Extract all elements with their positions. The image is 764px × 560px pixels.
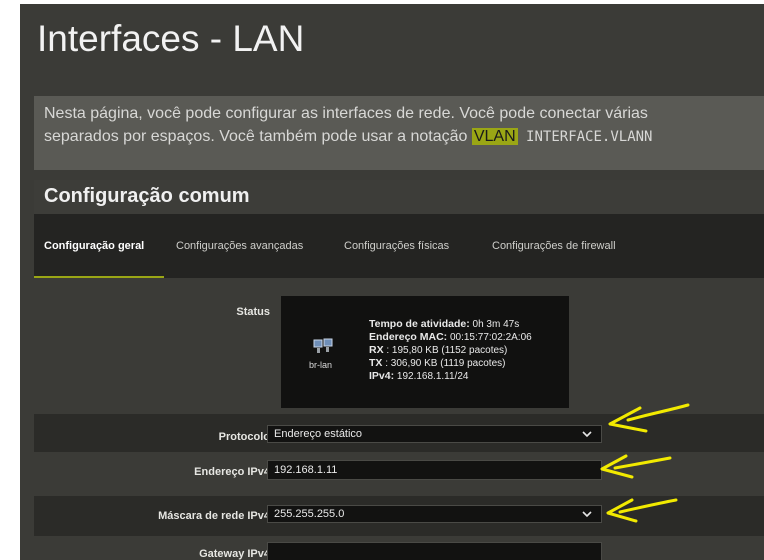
gateway-input[interactable] bbox=[267, 542, 602, 560]
status-label: Status bbox=[236, 306, 270, 318]
rx-value: : 195,80 KB (1152 pacotes) bbox=[386, 345, 508, 356]
status-details: Tempo de atividade: 0h 3m 47s Endereço M… bbox=[369, 318, 532, 383]
page-description: Nesta página, você pode configurar as in… bbox=[34, 96, 764, 170]
uptime-row: Tempo de atividade: 0h 3m 47s bbox=[369, 318, 532, 331]
ipv4-label: IPv4: bbox=[369, 370, 395, 382]
description-line-2: separados por espaços. Você também pode … bbox=[44, 125, 764, 149]
app-window: Interfaces - LAN Nesta página, você pode… bbox=[20, 4, 764, 560]
section-header: Configuração comum bbox=[34, 180, 764, 214]
mac-value: 00:15:77:02:2A:06 bbox=[449, 332, 532, 343]
rx-label: RX bbox=[369, 344, 384, 356]
tab-physical[interactable]: Configurações físicas bbox=[344, 240, 449, 252]
chevron-down-icon bbox=[582, 511, 592, 518]
network-bridge-icon bbox=[313, 338, 333, 353]
vlan-notation: INTERFACE.VLANN bbox=[517, 129, 653, 145]
protocol-value: Endereço estático bbox=[274, 428, 363, 440]
general-settings-panel: Status br-lan Tempo de atividade: 0h 3m … bbox=[34, 278, 764, 560]
tab-advanced[interactable]: Configurações avançadas bbox=[176, 240, 303, 252]
section-title: Configuração comum bbox=[44, 185, 250, 207]
ipv4-value: 192.168.1.11/24 bbox=[396, 371, 469, 382]
tx-value: : 306,90 KB (1119 pacotes) bbox=[385, 358, 506, 369]
protocol-select[interactable]: Endereço estático bbox=[267, 425, 602, 443]
tx-label: TX bbox=[369, 357, 383, 369]
tab-bar: Configuração geral Configurações avançad… bbox=[34, 214, 764, 278]
status-box: br-lan Tempo de atividade: 0h 3m 47s End… bbox=[281, 296, 569, 408]
chevron-down-icon bbox=[582, 431, 592, 438]
tab-firewall[interactable]: Configurações de firewall bbox=[492, 240, 616, 252]
description-line-1: Nesta página, você pode configurar as in… bbox=[44, 105, 648, 122]
page-title: Interfaces - LAN bbox=[37, 18, 305, 59]
status-interface-name: br-lan bbox=[309, 360, 333, 370]
common-config-section: Configuração comum Configuração geral Co… bbox=[34, 180, 764, 560]
mac-label: Endereço MAC: bbox=[369, 331, 448, 343]
tab-general[interactable]: Configuração geral bbox=[44, 240, 144, 252]
uptime-label: Tempo de atividade: bbox=[369, 318, 470, 330]
description-text: separados por espaços. Você também pode … bbox=[44, 128, 472, 145]
uptime-value: 0h 3m 47s bbox=[472, 319, 520, 330]
rx-row: RX : 195,80 KB (1152 pacotes) bbox=[369, 344, 532, 357]
netmask-value: 255.255.255.0 bbox=[274, 508, 345, 520]
ipv4-address-label: Endereço IPv4 bbox=[194, 466, 270, 478]
gateway-label: Gateway IPv4 bbox=[199, 548, 270, 560]
ipv4-address-input[interactable]: 192.168.1.11 bbox=[267, 460, 602, 480]
netmask-label: Máscara de rede IPv4 bbox=[158, 510, 270, 522]
protocol-label: Protocolo bbox=[218, 431, 270, 443]
mac-row: Endereço MAC: 00:15:77:02:2A:06 bbox=[369, 331, 532, 344]
netmask-select[interactable]: 255.255.255.0 bbox=[267, 505, 602, 523]
vlan-highlight: VLAN bbox=[471, 128, 518, 145]
ipv4-row: IPv4: 192.168.1.11/24 bbox=[369, 370, 532, 383]
tx-row: TX : 306,90 KB (1119 pacotes) bbox=[369, 357, 532, 370]
ipv4-address-value: 192.168.1.11 bbox=[274, 464, 338, 476]
